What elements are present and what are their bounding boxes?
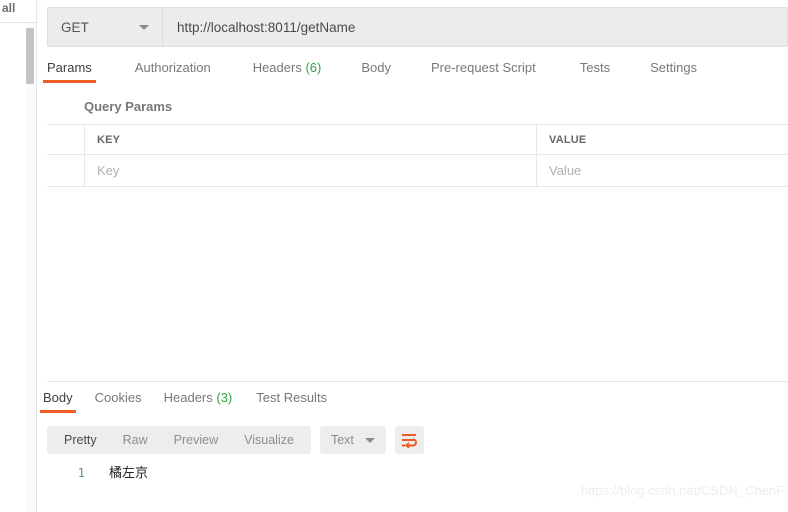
value-column-header: VALUE xyxy=(549,133,587,146)
tab-label: Body xyxy=(361,60,391,75)
response-tab-count-badge: (3) xyxy=(212,390,233,405)
value-input-placeholder: Value xyxy=(549,163,582,178)
response-body-line: 1 橘左京 xyxy=(47,462,788,482)
watermark-text: https://blog.csdn.net/CSDN_ChenF xyxy=(580,483,784,498)
response-tab-body[interactable]: Body xyxy=(40,390,76,413)
query-params-table: KEY VALUE Key Value xyxy=(47,124,788,187)
key-input[interactable]: Key xyxy=(85,155,537,186)
left-sidebar-strip: all xyxy=(0,0,37,512)
url-bar: GET http://localhost:8011/getName xyxy=(47,7,788,47)
request-response-panel: GET http://localhost:8011/getName Params… xyxy=(37,0,788,512)
sidebar-scrollbar-thumb[interactable] xyxy=(26,28,34,84)
http-method-selector[interactable]: GET xyxy=(48,8,163,46)
line-number: 1 xyxy=(77,466,85,480)
row-checkbox-cell[interactable] xyxy=(47,155,85,186)
format-button-group: Pretty Raw Preview Visualize xyxy=(47,426,311,454)
key-input-placeholder: Key xyxy=(97,163,120,178)
tab-tests[interactable]: Tests xyxy=(580,60,610,83)
sidebar-scrollbar-track[interactable] xyxy=(26,23,35,512)
request-tabs: Params Authorization Headers (6) Body Pre-re… xyxy=(43,60,788,88)
format-button-pretty[interactable]: Pretty xyxy=(51,426,110,454)
tab-label: Tests xyxy=(579,60,611,75)
tab-authorization[interactable]: Authorization xyxy=(135,60,211,83)
format-button-visualize[interactable]: Visualize xyxy=(231,426,307,454)
table-header-row: KEY VALUE xyxy=(47,125,788,155)
key-column-header: KEY xyxy=(85,125,537,154)
chevron-down-icon xyxy=(139,24,149,30)
response-tabs: Body Cookies Headers (3) Test Results xyxy=(40,390,327,413)
response-type-selector[interactable]: Text xyxy=(319,426,386,454)
table-row: Key Value xyxy=(47,155,788,186)
tab-label: Pre-request Script xyxy=(430,60,536,75)
word-wrap-icon xyxy=(401,433,417,448)
checkbox-column-header xyxy=(47,125,85,154)
tab-count-badge: (6) xyxy=(301,60,322,75)
response-tab-label: Headers xyxy=(163,390,213,405)
tab-params[interactable]: Params xyxy=(43,60,96,83)
response-tab-label: Cookies xyxy=(94,390,142,405)
tab-label: Settings xyxy=(650,60,698,75)
response-tab-headers[interactable]: Headers (3) xyxy=(164,390,233,413)
line-content: 橘左京 xyxy=(109,466,149,481)
response-format-toolbar: Pretty Raw Preview Visualize Text xyxy=(47,426,424,454)
sidebar-all-label: all xyxy=(2,1,16,15)
response-tab-cookies[interactable]: Cookies xyxy=(95,390,142,413)
response-tab-label: Test Results xyxy=(256,390,328,405)
word-wrap-button[interactable] xyxy=(394,426,424,454)
tab-label: Authorization xyxy=(134,60,211,75)
tab-body[interactable]: Body xyxy=(361,60,391,83)
response-section-divider xyxy=(47,381,788,382)
chevron-down-icon xyxy=(364,437,375,443)
format-button-preview[interactable]: Preview xyxy=(161,426,231,454)
http-method-label: GET xyxy=(61,19,89,35)
format-button-raw[interactable]: Raw xyxy=(110,426,161,454)
query-params-heading: Query Params xyxy=(84,99,173,114)
value-input[interactable]: Value xyxy=(537,155,788,186)
tab-label: Params xyxy=(47,60,92,75)
response-tab-label: Body xyxy=(43,390,73,405)
response-type-label: Text xyxy=(330,433,354,447)
tab-pre-request-script[interactable]: Pre-request Script xyxy=(431,60,536,83)
url-input-value: http://localhost:8011/getName xyxy=(177,19,356,35)
url-input[interactable]: http://localhost:8011/getName xyxy=(163,8,787,46)
tab-headers[interactable]: Headers (6) xyxy=(253,60,322,83)
tab-label: Headers xyxy=(252,60,302,75)
response-tab-test-results[interactable]: Test Results xyxy=(256,390,327,413)
tab-settings[interactable]: Settings xyxy=(650,60,697,83)
